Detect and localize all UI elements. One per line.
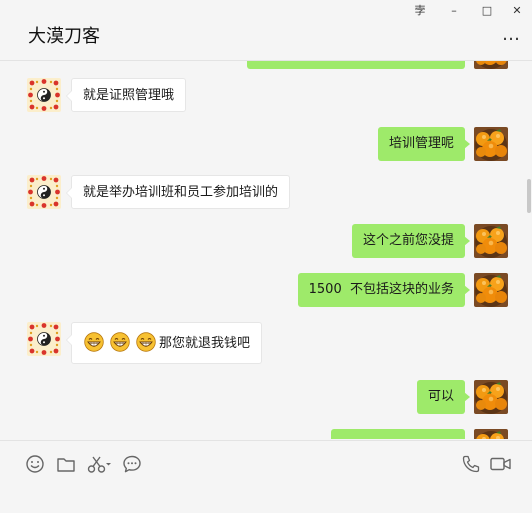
grin-emoji-icon [110, 332, 130, 352]
message-bubble-in[interactable]: 就是证照管理哦 [65, 78, 187, 112]
close-button[interactable]: ✕ [507, 3, 527, 19]
phone-icon[interactable] [460, 453, 482, 475]
self-avatar[interactable] [474, 61, 508, 69]
emoji-icon[interactable] [24, 453, 46, 475]
message-bubble-out[interactable]: 这个之前您没提 [351, 224, 471, 258]
maximize-button[interactable]: □ [477, 3, 497, 19]
scrollbar-thumb[interactable] [527, 179, 531, 213]
self-avatar[interactable] [474, 127, 508, 161]
minimize-icon: – [451, 4, 457, 17]
chat-bubble-icon[interactable] [121, 453, 143, 475]
folder-icon[interactable] [55, 453, 77, 475]
pin-icon: 孛 [414, 4, 426, 17]
contact-avatar[interactable] [27, 78, 61, 112]
self-avatar[interactable] [474, 273, 508, 307]
video-icon[interactable] [489, 453, 513, 475]
grin-emoji-icon [84, 332, 104, 352]
contact-avatar[interactable] [27, 322, 61, 356]
composer[interactable] [0, 440, 532, 513]
close-icon: ✕ [512, 4, 522, 17]
self-avatar[interactable] [474, 429, 508, 439]
grin-emoji-icon [136, 332, 156, 352]
pin-button[interactable]: 孛 [410, 3, 430, 19]
more-options-icon[interactable]: … [502, 26, 522, 44]
self-avatar[interactable] [474, 224, 508, 258]
title-bar: 孛 – □ ✕ 大漠刀客 … [0, 0, 532, 61]
chat-title: 大漠刀客 [28, 26, 100, 47]
self-avatar[interactable] [474, 380, 508, 414]
message-bubble-in[interactable]: 那您就退我钱吧 [65, 322, 263, 364]
message-bubble-out[interactable]: 1500 不包括这块的业务 [297, 273, 471, 307]
message-bubble-out[interactable] [331, 429, 465, 439]
message-bubble-out[interactable]: 培训管理呢 [377, 127, 471, 161]
minimize-button[interactable]: – [444, 3, 464, 19]
maximize-icon: □ [481, 4, 493, 17]
message-text: 那您就退我钱吧 [159, 336, 251, 351]
scissors-icon[interactable] [86, 453, 112, 475]
chevron-down-icon [106, 463, 111, 466]
message-bubble-out[interactable] [247, 61, 465, 69]
contact-avatar[interactable] [27, 175, 61, 209]
message-bubble-out[interactable]: 可以 [416, 380, 471, 414]
message-bubble-in[interactable]: 就是举办培训班和员工参加培训的 [65, 175, 291, 209]
message-list[interactable]: 就是证照管理哦 培训管理呢 就是举办培训班和员工参加培训的 这个之前您没提 15… [0, 61, 532, 439]
